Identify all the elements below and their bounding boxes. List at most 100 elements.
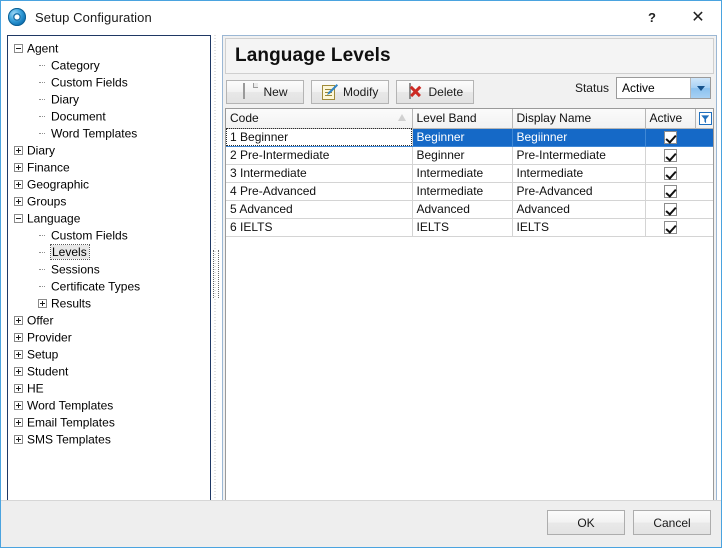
column-header-level-band[interactable]: Level Band bbox=[412, 109, 512, 128]
expand-plus-icon[interactable] bbox=[14, 435, 23, 444]
expand-plus-icon[interactable] bbox=[14, 146, 23, 155]
sidebar-item-certificate-types[interactable]: Certificate Types bbox=[12, 278, 210, 295]
cell-code[interactable]: 6 IELTS bbox=[226, 218, 412, 236]
sidebar-item-word-templates[interactable]: Word Templates bbox=[12, 397, 210, 414]
sidebar-item-label: Diary bbox=[27, 143, 55, 157]
modify-button[interactable]: Modify bbox=[311, 80, 389, 104]
sidebar-item-sessions[interactable]: Sessions bbox=[12, 261, 210, 278]
expand-plus-icon[interactable] bbox=[14, 163, 23, 172]
column-header-code[interactable]: Code bbox=[226, 109, 412, 128]
column-header-display-name[interactable]: Display Name bbox=[512, 109, 645, 128]
sidebar-item-setup[interactable]: Setup bbox=[12, 346, 210, 363]
table-row[interactable]: 3 IntermediateIntermediateIntermediate bbox=[226, 164, 714, 182]
delete-button[interactable]: Delete bbox=[396, 80, 474, 104]
chevron-down-icon[interactable] bbox=[690, 78, 710, 98]
table-row[interactable]: 5 AdvancedAdvancedAdvanced bbox=[226, 200, 714, 218]
status-label: Status bbox=[575, 81, 609, 95]
expand-plus-icon[interactable] bbox=[14, 367, 23, 376]
cell-level-band[interactable]: Intermediate bbox=[412, 182, 512, 200]
new-button[interactable]: New bbox=[226, 80, 304, 104]
sidebar-item-agent[interactable]: Agent bbox=[12, 40, 210, 57]
sidebar-item-finance[interactable]: Finance bbox=[12, 159, 210, 176]
sidebar-item-word-templates[interactable]: Word Templates bbox=[12, 125, 210, 142]
sidebar-item-student[interactable]: Student bbox=[12, 363, 210, 380]
sidebar-item-email-templates[interactable]: Email Templates bbox=[12, 414, 210, 431]
cell-level-band[interactable]: Advanced bbox=[412, 200, 512, 218]
sidebar-item-sms-templates[interactable]: SMS Templates bbox=[12, 431, 210, 448]
cell-spacer bbox=[695, 182, 714, 200]
expand-plus-icon[interactable] bbox=[14, 333, 23, 342]
cell-display-name[interactable]: Intermediate bbox=[512, 164, 645, 182]
expand-plus-icon[interactable] bbox=[38, 299, 47, 308]
table-row[interactable]: 6 IELTSIELTSIELTS bbox=[226, 218, 714, 236]
cell-code-label: Intermediate bbox=[240, 166, 307, 180]
table-row[interactable]: 2 Pre-IntermediateBeginnerPre-Intermedia… bbox=[226, 146, 714, 164]
cell-level-band[interactable]: IELTS bbox=[412, 218, 512, 236]
checkmark-icon[interactable] bbox=[664, 221, 677, 234]
collapse-minus-icon[interactable] bbox=[14, 214, 23, 223]
cell-display-name[interactable]: Begiinner bbox=[512, 128, 645, 146]
close-icon[interactable]: ✕ bbox=[675, 1, 721, 33]
sidebar-item-groups[interactable]: Groups bbox=[12, 193, 210, 210]
sidebar-item-custom-fields[interactable]: Custom Fields bbox=[12, 227, 210, 244]
sidebar-item-geographic[interactable]: Geographic bbox=[12, 176, 210, 193]
cell-active-checkbox[interactable] bbox=[645, 218, 695, 236]
sidebar-item-document[interactable]: Document bbox=[12, 108, 210, 125]
cell-level-band[interactable]: Beginner bbox=[412, 128, 512, 146]
cell-code[interactable]: 2 Pre-Intermediate bbox=[226, 146, 412, 164]
expand-plus-icon[interactable] bbox=[14, 418, 23, 427]
expand-plus-icon[interactable] bbox=[14, 180, 23, 189]
checkmark-icon[interactable] bbox=[664, 185, 677, 198]
help-button[interactable]: ? bbox=[629, 1, 675, 33]
cell-code[interactable]: 1 Beginner bbox=[226, 128, 412, 146]
configuration-tree-panel[interactable]: AgentCategoryCustom FieldsDiaryDocumentW… bbox=[7, 35, 211, 512]
configuration-tree[interactable]: AgentCategoryCustom FieldsDiaryDocumentW… bbox=[8, 36, 210, 448]
sidebar-item-language[interactable]: Language bbox=[12, 210, 210, 227]
collapse-minus-icon[interactable] bbox=[14, 44, 23, 53]
tree-leaf-connector-icon bbox=[38, 95, 47, 104]
cell-level-band[interactable]: Beginner bbox=[412, 146, 512, 164]
cell-active-checkbox[interactable] bbox=[645, 182, 695, 200]
cell-active-checkbox[interactable] bbox=[645, 128, 695, 146]
cancel-button[interactable]: Cancel bbox=[633, 510, 711, 535]
sidebar-item-he[interactable]: HE bbox=[12, 380, 210, 397]
sidebar-item-category[interactable]: Category bbox=[12, 57, 210, 74]
expand-plus-icon[interactable] bbox=[14, 384, 23, 393]
expand-plus-icon[interactable] bbox=[14, 316, 23, 325]
cell-active-checkbox[interactable] bbox=[645, 164, 695, 182]
expand-plus-icon[interactable] bbox=[14, 401, 23, 410]
expand-plus-icon[interactable] bbox=[14, 350, 23, 359]
expand-plus-icon[interactable] bbox=[14, 197, 23, 206]
sidebar-item-offer[interactable]: Offer bbox=[12, 312, 210, 329]
column-header-active[interactable]: Active bbox=[645, 109, 695, 128]
checkmark-icon[interactable] bbox=[664, 167, 677, 180]
cell-code[interactable]: 3 Intermediate bbox=[226, 164, 412, 182]
checkmark-icon[interactable] bbox=[664, 149, 677, 162]
panel-splitter[interactable] bbox=[212, 35, 218, 512]
table-row[interactable]: 1 BeginnerBeginnerBegiinner bbox=[226, 128, 714, 146]
checkmark-icon[interactable] bbox=[664, 203, 677, 216]
cell-display-name[interactable]: IELTS bbox=[512, 218, 645, 236]
cell-display-name[interactable]: Advanced bbox=[512, 200, 645, 218]
sidebar-item-results[interactable]: Results bbox=[12, 295, 210, 312]
sidebar-item-levels[interactable]: Levels bbox=[12, 244, 210, 261]
column-filter-button[interactable] bbox=[695, 109, 714, 128]
levels-grid[interactable]: Code Level Band Display Name Active bbox=[225, 108, 714, 509]
sidebar-item-custom-fields[interactable]: Custom Fields bbox=[12, 74, 210, 91]
sidebar-item-diary[interactable]: Diary bbox=[12, 91, 210, 108]
sidebar-item-provider[interactable]: Provider bbox=[12, 329, 210, 346]
cell-code[interactable]: 4 Pre-Advanced bbox=[226, 182, 412, 200]
cell-level-band[interactable]: Intermediate bbox=[412, 164, 512, 182]
checkmark-icon[interactable] bbox=[664, 131, 677, 144]
cell-display-name[interactable]: Pre-Intermediate bbox=[512, 146, 645, 164]
ok-button[interactable]: OK bbox=[547, 510, 625, 535]
sidebar-item-diary[interactable]: Diary bbox=[12, 142, 210, 159]
cell-display-name[interactable]: Pre-Advanced bbox=[512, 182, 645, 200]
cell-code[interactable]: 5 Advanced bbox=[226, 200, 412, 218]
cell-active-checkbox[interactable] bbox=[645, 200, 695, 218]
status-dropdown[interactable]: Active bbox=[616, 77, 711, 99]
splitter-grip[interactable] bbox=[213, 250, 219, 298]
cell-active-checkbox[interactable] bbox=[645, 146, 695, 164]
page-header: Language Levels bbox=[225, 38, 714, 74]
table-row[interactable]: 4 Pre-AdvancedIntermediatePre-Advanced bbox=[226, 182, 714, 200]
